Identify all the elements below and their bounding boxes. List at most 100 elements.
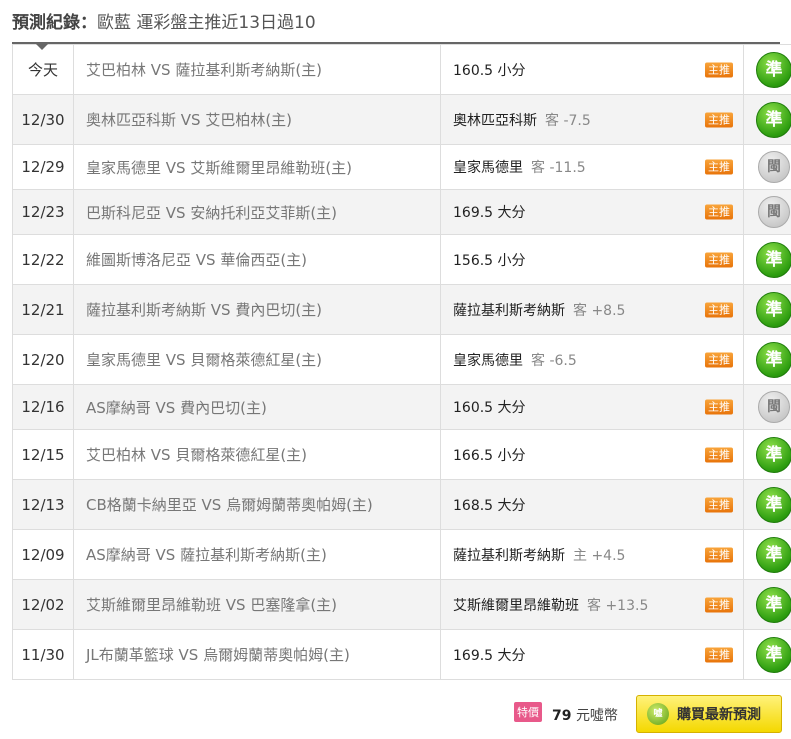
prediction-line: 客 -6.5: [531, 352, 577, 369]
win-badge-icon: 準: [756, 51, 791, 88]
win-badge-icon: 準: [756, 241, 791, 278]
row-date: 12/29: [12, 144, 74, 190]
special-price-badge: 特價: [514, 702, 542, 722]
row-prediction: 160.5 大分 主推: [440, 384, 744, 430]
main-pick-tag: 主推: [705, 204, 733, 220]
row-result: 準: [743, 429, 791, 480]
prediction-pick: 156.5 小分: [453, 252, 526, 269]
row-result: 準: [743, 284, 791, 335]
table-row: 12/30 奧林匹亞科斯 VS 艾巴柏林(主) 奧林匹亞科斯客 -7.5 主推 準: [12, 94, 791, 145]
purchase-bar: 特價 79 元噓幣 噓 購買最新預測: [0, 695, 791, 735]
row-date: 12/21: [12, 284, 74, 335]
table-row: 12/23 巴斯科尼亞 VS 安納托利亞艾菲斯(主) 169.5 大分 主推 閩: [12, 189, 791, 235]
push-badge-icon: 閩: [758, 391, 790, 423]
main-pick-tag: 主推: [705, 597, 733, 612]
row-result: 閩: [743, 144, 791, 190]
row-date: 11/30: [12, 629, 74, 680]
win-badge-icon: 準: [756, 586, 791, 623]
row-result: 準: [743, 44, 791, 95]
row-prediction: 奧林匹亞科斯客 -7.5 主推: [440, 94, 744, 145]
row-match: JL布蘭革籃球 VS 烏爾姆蘭蒂奧帕姆(主): [73, 629, 441, 680]
prediction-pick: 169.5 大分: [453, 205, 526, 221]
row-match: 艾巴柏林 VS 薩拉基利斯考納斯(主): [73, 44, 441, 95]
push-badge-icon: 閩: [758, 196, 790, 228]
table-row: 11/30 JL布蘭革籃球 VS 烏爾姆蘭蒂奧帕姆(主) 169.5 大分 主推 準: [12, 629, 791, 680]
main-pick-tag: 主推: [705, 302, 733, 317]
prediction-pick: 艾斯維爾里昂維勒班: [453, 597, 579, 614]
prediction-pick: 160.5 小分: [453, 62, 526, 79]
main-pick-tag: 主推: [705, 447, 733, 462]
row-prediction: 薩拉基利斯考納斯客 +8.5 主推: [440, 284, 744, 335]
row-match: 巴斯科尼亞 VS 安納托利亞艾菲斯(主): [73, 189, 441, 235]
row-result: 閩: [743, 384, 791, 430]
prediction-table: 今天 艾巴柏林 VS 薩拉基利斯考納斯(主) 160.5 小分 主推準 12/30 奧林匹…: [12, 44, 791, 680]
row-date: 12/23: [12, 189, 74, 235]
price-text: 79 元噓幣: [552, 705, 618, 725]
row-date: 今天: [12, 44, 74, 95]
row-match: 薩拉基利斯考納斯 VS 費內巴切(主): [73, 284, 441, 335]
price-unit: 元噓幣: [575, 708, 618, 724]
row-match: 奧林匹亞科斯 VS 艾巴柏林(主): [73, 94, 441, 145]
prediction-pick: 168.5 大分: [453, 497, 526, 514]
main-pick-tag: 主推: [705, 252, 733, 267]
row-date: 12/09: [12, 529, 74, 580]
table-row: 12/13 CB格蘭卡納里亞 VS 烏爾姆蘭蒂奧帕姆(主) 168.5 大分 主推 準: [12, 479, 791, 530]
buy-button-label: 購買最新預測: [677, 707, 761, 723]
prediction-pick: 166.5 小分: [453, 447, 526, 464]
prediction-pick: 皇家馬德里: [453, 352, 523, 369]
price-amount: 79: [552, 708, 572, 724]
table-row: 今天 艾巴柏林 VS 薩拉基利斯考納斯(主) 160.5 小分 主推 準: [12, 44, 791, 95]
table-row: 12/09 AS摩納哥 VS 薩拉基利斯考納斯(主) 薩拉基利斯考納斯主 +4.5 主…: [12, 529, 791, 580]
row-match: 維圖斯博洛尼亞 VS 華倫西亞(主): [73, 234, 441, 285]
main-pick-tag: 主推: [705, 62, 733, 77]
prediction-pick: 169.5 大分: [453, 647, 526, 664]
row-result: 準: [743, 479, 791, 530]
table-row: 12/02 艾斯維爾里昂維勒班 VS 巴塞隆拿(主) 艾斯維爾里昂維勒班客 +13.…: [12, 579, 791, 630]
table-row: 12/22 維圖斯博洛尼亞 VS 華倫西亞(主) 156.5 小分 主推 準: [12, 234, 791, 285]
row-match: AS摩納哥 VS 費內巴切(主): [73, 384, 441, 430]
row-match: CB格蘭卡納里亞 VS 烏爾姆蘭蒂奧帕姆(主): [73, 479, 441, 530]
main-pick-tag: 主推: [705, 547, 733, 562]
prediction-pick: 奧林匹亞科斯: [453, 112, 537, 129]
pointer-arrow-icon: [36, 44, 48, 50]
buy-prediction-button[interactable]: 噓 購買最新預測: [636, 695, 782, 733]
main-pick-tag: 主推: [705, 647, 733, 662]
main-pick-tag: 主推: [705, 112, 733, 127]
row-date: 12/02: [12, 579, 74, 630]
push-badge-icon: 閩: [758, 151, 790, 183]
row-date: 12/20: [12, 334, 74, 385]
win-badge-icon: 準: [756, 436, 791, 473]
prediction-line: 客 -11.5: [531, 160, 586, 176]
win-badge-icon: 準: [756, 341, 791, 378]
row-prediction: 169.5 大分 主推: [440, 629, 744, 680]
row-match: 艾斯維爾里昂維勒班 VS 巴塞隆拿(主): [73, 579, 441, 630]
row-prediction: 艾斯維爾里昂維勒班客 +13.5 主推: [440, 579, 744, 630]
row-result: 準: [743, 234, 791, 285]
coin-icon: 噓: [647, 703, 669, 725]
row-prediction: 156.5 小分 主推: [440, 234, 744, 285]
main-pick-tag: 主推: [705, 159, 733, 175]
row-result: 準: [743, 579, 791, 630]
prediction-line: 客 +13.5: [587, 597, 649, 614]
table-row: 12/16 AS摩納哥 VS 費內巴切(主) 160.5 大分 主推 閩: [12, 384, 791, 430]
row-match: 皇家馬德里 VS 貝爾格萊德紅星(主): [73, 334, 441, 385]
prediction-pick: 皇家馬德里: [453, 160, 523, 176]
row-result: 準: [743, 94, 791, 145]
prediction-line: 主 +4.5: [573, 547, 626, 564]
table-row: 12/21 薩拉基利斯考納斯 VS 費內巴切(主) 薩拉基利斯考納斯客 +8.5 主推…: [12, 284, 791, 335]
prediction-line: 客 +8.5: [573, 302, 626, 319]
prediction-pick: 薩拉基利斯考納斯: [453, 302, 565, 319]
row-date: 12/30: [12, 94, 74, 145]
win-badge-icon: 準: [756, 486, 791, 523]
table-row: 12/15 艾巴柏林 VS 貝爾格萊德紅星(主) 166.5 小分 主推 準: [12, 429, 791, 480]
row-prediction: 160.5 小分 主推: [440, 44, 744, 95]
row-prediction: 皇家馬德里客 -6.5 主推: [440, 334, 744, 385]
prediction-line: 客 -7.5: [545, 112, 591, 129]
title-label: 預測紀錄：: [12, 13, 97, 33]
page-title: 預測紀錄：歐藍 運彩盤主推近13日過10: [12, 8, 316, 33]
row-result: 閩: [743, 189, 791, 235]
main-pick-tag: 主推: [705, 352, 733, 367]
main-pick-tag: 主推: [705, 497, 733, 512]
row-result: 準: [743, 529, 791, 580]
row-prediction: 168.5 大分 主推: [440, 479, 744, 530]
